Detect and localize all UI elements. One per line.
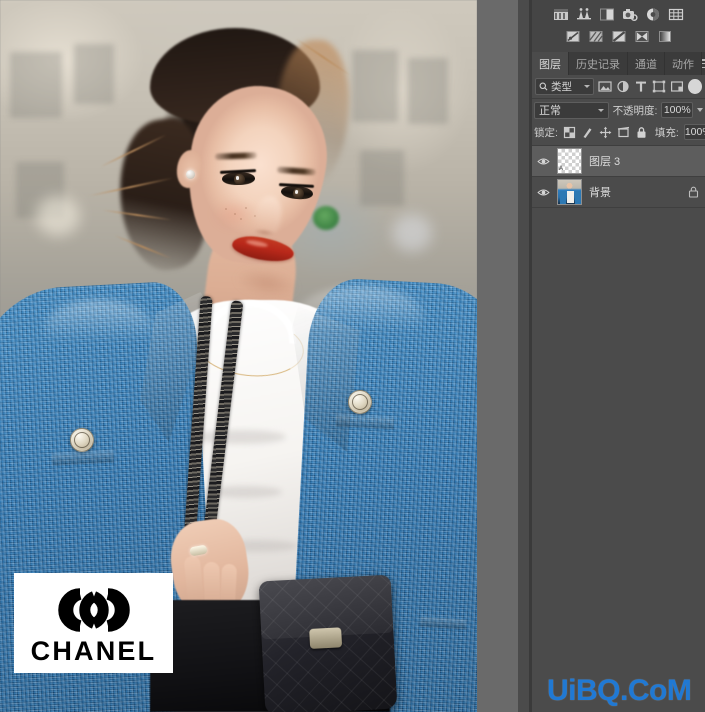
exposure-icon[interactable] bbox=[622, 7, 638, 22]
blend-mode-dropdown[interactable]: 正常 bbox=[534, 101, 609, 119]
layer-thumbnail[interactable] bbox=[557, 179, 582, 205]
opacity-stepper-chevron-icon[interactable] bbox=[697, 108, 703, 112]
lock-all-icon[interactable] bbox=[635, 126, 648, 139]
chevron-down-icon bbox=[597, 108, 604, 112]
background-bokeh bbox=[36, 196, 80, 236]
eye-left bbox=[221, 171, 256, 186]
adjustments-row-2 bbox=[532, 26, 705, 47]
lock-position-icon[interactable] bbox=[599, 126, 612, 139]
chanel-wordmark: CHANEL bbox=[30, 636, 157, 666]
tshirt-fold bbox=[196, 430, 286, 444]
background-window bbox=[360, 150, 404, 206]
layers-panel: 类型 正常 不透明度: 100% 锁定: 填充: 100 A 图层 3 背景 bbox=[532, 75, 705, 712]
eye-icon bbox=[536, 158, 550, 164]
jacket-button bbox=[70, 428, 94, 452]
fill-input[interactable]: 100% bbox=[683, 124, 705, 140]
document-window-edge bbox=[477, 0, 518, 712]
lock-transparent-pixels-icon[interactable] bbox=[563, 126, 576, 139]
magnifier-icon bbox=[539, 82, 548, 91]
tab-history[interactable]: 历史记录 bbox=[569, 52, 628, 75]
document-canvas[interactable]: CHANEL bbox=[0, 0, 477, 712]
filter-shape-layers-icon[interactable] bbox=[652, 80, 666, 93]
filter-kind-dropdown[interactable]: 类型 bbox=[535, 78, 595, 95]
lock-image-pixels-icon[interactable] bbox=[581, 126, 594, 139]
handbag bbox=[258, 574, 398, 712]
blend-mode-row: 正常 不透明度: 100% bbox=[532, 99, 705, 121]
layer-name[interactable]: 背景 bbox=[589, 184, 611, 200]
opacity-input[interactable]: 100% bbox=[661, 102, 693, 118]
shoulder-highlight bbox=[296, 286, 424, 348]
curves-icon[interactable] bbox=[599, 7, 615, 22]
chanel-logo-overlay: CHANEL bbox=[14, 573, 173, 673]
color-balance-icon[interactable] bbox=[565, 29, 581, 44]
layer-list: A 图层 3 背景 bbox=[532, 145, 705, 208]
document-vertical-scrollbar-track[interactable] bbox=[518, 0, 569, 712]
lock-row: 锁定: 填充: 100 bbox=[532, 121, 705, 143]
fill-label: 填充: bbox=[654, 126, 679, 139]
background-window bbox=[352, 50, 398, 122]
panel-stack: 图层 历史记录 通道 动作 类型 正常 不透明度: 100% 锁定: 填充: 1… bbox=[532, 0, 705, 712]
chevron-down-icon bbox=[584, 85, 591, 88]
layer-locked-icon bbox=[688, 186, 699, 198]
adjustments-row-1 bbox=[532, 4, 705, 25]
layer-visibility-toggle[interactable] bbox=[536, 188, 550, 197]
panel-tab-bar: 图层 历史记录 通道 动作 bbox=[532, 52, 705, 75]
earring bbox=[186, 170, 195, 179]
gradient-map-icon[interactable] bbox=[657, 29, 673, 44]
tab-actions[interactable]: 动作 bbox=[665, 52, 702, 75]
eye-icon bbox=[536, 189, 550, 195]
filter-enable-toggle[interactable] bbox=[688, 79, 702, 94]
lock-artboard-nesting-icon[interactable] bbox=[617, 126, 630, 139]
opacity-label: 不透明度: bbox=[612, 104, 658, 117]
background-window bbox=[74, 44, 114, 104]
green-bokeh-dot bbox=[313, 206, 339, 230]
photoshop-screenshot: CHANEL 图层 历史记录 通道 动作 类型 正常 不透明度: 100% 锁定… bbox=[0, 0, 705, 712]
shoulder-highlight bbox=[44, 300, 154, 356]
layer-name[interactable]: 图层 3 bbox=[589, 153, 620, 169]
levels-icon[interactable] bbox=[576, 7, 592, 22]
filter-type-layers-icon[interactable] bbox=[634, 80, 648, 93]
chanel-double-c-mark bbox=[57, 588, 130, 632]
lock-label: 锁定: bbox=[534, 126, 558, 139]
layer-visibility-toggle[interactable] bbox=[536, 157, 550, 166]
background-window bbox=[408, 58, 448, 124]
jacket-button bbox=[348, 390, 372, 414]
filter-adjustment-layers-icon[interactable] bbox=[616, 80, 630, 93]
background-bokeh bbox=[392, 214, 432, 252]
filter-kind-value: 类型 bbox=[551, 81, 572, 93]
layer-thumbnail-badge: A bbox=[559, 166, 564, 172]
channel-mixer-icon[interactable] bbox=[634, 29, 650, 44]
layer-thumbnail[interactable]: A bbox=[557, 148, 582, 174]
layer-thumbnail-preview bbox=[558, 180, 581, 204]
layer-filter-row: 类型 bbox=[532, 75, 705, 99]
hue-saturation-icon[interactable] bbox=[668, 7, 684, 22]
background-window bbox=[10, 52, 62, 118]
blend-mode-value: 正常 bbox=[539, 105, 561, 117]
table-row[interactable]: 背景 bbox=[532, 177, 705, 208]
filter-pixel-layers-icon[interactable] bbox=[598, 80, 612, 93]
brightness-contrast-icon[interactable] bbox=[553, 7, 569, 22]
handbag-clasp bbox=[309, 627, 343, 649]
adjustments-panel bbox=[532, 0, 705, 52]
site-watermark: UiBQ.CoM bbox=[547, 674, 692, 707]
table-row[interactable]: A 图层 3 bbox=[532, 146, 705, 177]
tab-layers[interactable]: 图层 bbox=[532, 52, 569, 75]
filter-smart-object-icon[interactable] bbox=[670, 80, 684, 93]
vibrance-icon[interactable] bbox=[645, 7, 661, 22]
photo-filter-icon[interactable] bbox=[611, 29, 627, 44]
photoshop-panel-column: 图层 历史记录 通道 动作 类型 正常 不透明度: 100% 锁定: 填充: 1… bbox=[477, 0, 705, 712]
tab-channels[interactable]: 通道 bbox=[628, 52, 665, 75]
black-white-icon[interactable] bbox=[588, 29, 604, 44]
